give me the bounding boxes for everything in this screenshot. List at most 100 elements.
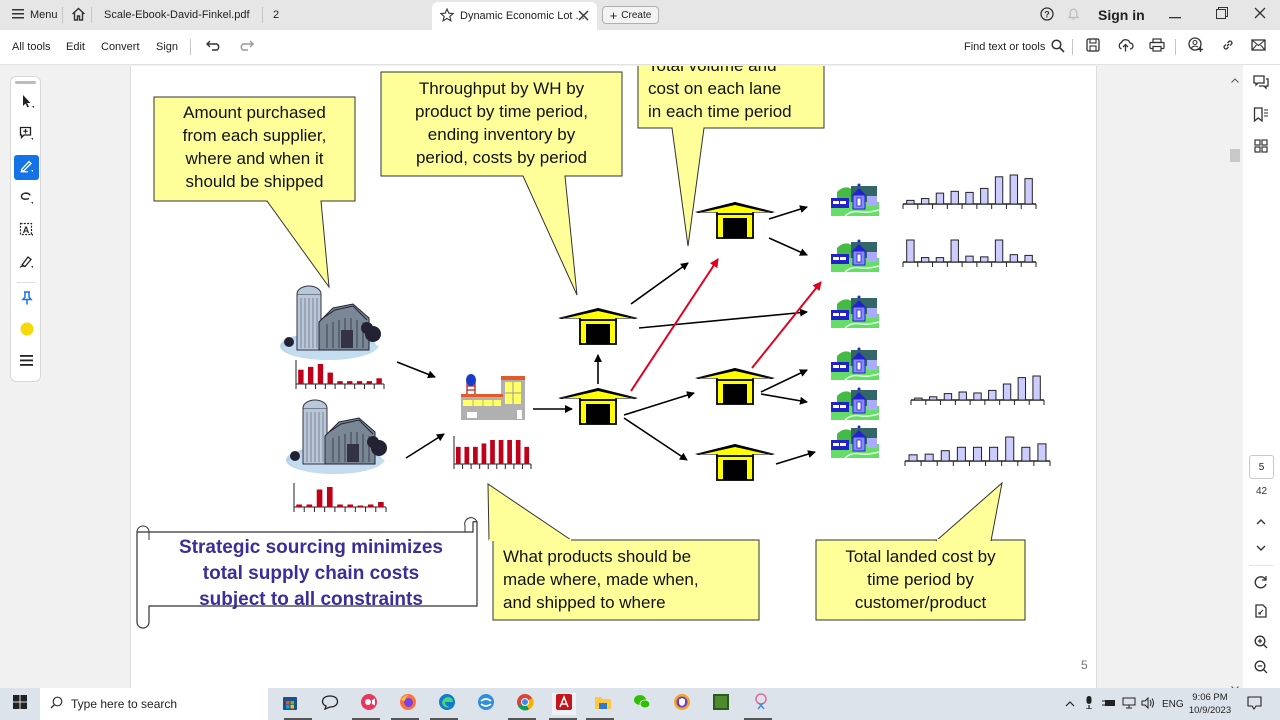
language-tray[interactable]: ENG [1162,688,1184,720]
taskbar-acrobat[interactable] [552,693,576,715]
undo-button[interactable] [204,38,224,56]
share-user-button[interactable] [1186,37,1206,56]
taskbar-store[interactable] [278,693,302,715]
all-tools-link[interactable]: All tools [12,30,51,64]
mini-chart-bar [376,378,382,384]
tab-dynamic-economic-lot[interactable]: Dynamic Economic Lot ... [432,2,597,30]
lasso-tool-button[interactable] [14,187,39,212]
fit-page-button[interactable] [1251,604,1271,624]
redo-button[interactable] [236,38,256,56]
customer-5 [830,386,880,421]
taskbar-firefox[interactable] [396,693,420,715]
tab-scale-ebook[interactable]: Scale-Ebook-David-Finkel.pdf [104,0,250,30]
microphone-icon [1085,696,1093,712]
windows-logo-icon [13,694,27,714]
minimize-icon [1169,6,1181,24]
network-tray[interactable] [1122,688,1136,720]
notifications-button[interactable] [1067,0,1080,30]
tab-label: Scale-Ebook-David-Finkel.pdf [104,9,250,21]
mini-chart-bar [473,446,478,464]
edit-link[interactable]: Edit [66,30,85,64]
clock-date: 10/9/2023 [1188,705,1232,716]
vertical-scrollbar[interactable] [1228,66,1242,691]
text-line: where and when it [185,149,324,168]
home-button[interactable] [71,0,86,30]
tab-2[interactable]: 2 [273,0,279,30]
scroll-up-icon[interactable] [1231,70,1239,88]
taskbar-vpn[interactable] [670,693,694,715]
restore-button[interactable] [1204,0,1240,30]
battery-plug-icon [1102,698,1116,711]
store-icon [282,693,298,716]
taskbar-snipping-tool[interactable] [749,692,773,715]
taskbar-app-green[interactable] [709,693,733,715]
mini-chart-bar [1009,254,1019,263]
draw-highlight-button[interactable] [14,155,39,180]
action-center-button[interactable] [1247,688,1262,720]
fill-sign-button[interactable] [14,251,39,276]
close-tab-icon[interactable] [578,10,589,24]
divider [1175,39,1176,55]
next-page-button[interactable] [1251,537,1271,557]
select-tool-button[interactable] [14,91,39,116]
mini-chart-2 [293,483,387,512]
tab-label: Dynamic Economic Lot ... [460,10,585,22]
sign-in-label: Sign in [1098,7,1145,23]
slide-page-number: 5 [1081,658,1088,672]
star-icon[interactable] [439,7,455,25]
zoom-out-button[interactable] [1251,659,1271,679]
more-tools-button[interactable] [14,349,39,374]
lasso-icon [19,190,34,210]
add-comment-button[interactable] [14,123,39,148]
microphone-tray[interactable] [1085,688,1093,720]
convert-link[interactable]: Convert [101,30,140,64]
comments-button[interactable] [1251,75,1271,95]
tab-label: 2 [273,9,280,21]
rotate-button[interactable] [1251,574,1271,594]
scrollbar-thumb[interactable] [1230,149,1240,162]
volume-tray[interactable] [1141,688,1155,720]
zoom-in-button[interactable] [1251,634,1271,654]
previous-page-button[interactable] [1251,511,1271,531]
taskbar-clock[interactable]: 9:06 PM 10/9/2023 [1185,691,1235,717]
close-window-button[interactable] [1242,0,1278,30]
taskbar-search-box[interactable]: Type here to search [40,688,268,720]
battery-tray[interactable] [1102,688,1116,720]
taskbar-app-blue[interactable] [474,693,498,715]
mini-chart-bar [958,391,967,401]
email-button[interactable] [1248,38,1268,56]
drag-handle[interactable] [15,81,36,84]
taskbar-file-explorer[interactable] [591,693,615,715]
customer-6 [830,424,880,459]
title-bar: Menu Scale-Ebook-David-Finkel.pdf 2 Dyna… [0,0,1280,30]
create-button[interactable]: + Create [602,6,659,24]
show-hidden-icons[interactable] [1065,688,1075,720]
save-button[interactable] [1083,37,1103,56]
help-button[interactable]: ? [1040,0,1054,30]
link-icon [1221,38,1235,57]
thumbnails-button[interactable] [1251,138,1271,158]
customer-4 [830,346,880,381]
upload-cloud-button[interactable] [1115,38,1135,56]
taskbar-chat[interactable] [318,693,342,715]
network-icon [1122,697,1136,712]
copy-link-button[interactable] [1218,38,1238,56]
sign-in-button[interactable]: Sign in [1098,0,1145,30]
taskbar-wechat[interactable] [630,693,654,715]
pin-toolbar-button[interactable] [14,288,39,313]
minimize-button[interactable] [1157,0,1193,30]
menu-button[interactable]: Menu [12,0,58,30]
color-picker-button[interactable] [14,319,39,344]
start-button[interactable] [8,693,32,715]
taskbar-recorder[interactable] [357,693,381,715]
firefox-icon [399,693,417,716]
taskbar-chrome[interactable] [513,693,537,715]
bookmarks-button[interactable] [1251,107,1271,127]
print-button[interactable] [1147,37,1167,56]
sign-link[interactable]: Sign [156,30,178,64]
text-recognize-button[interactable]: A [14,219,39,244]
find-text-or-tools[interactable]: Find text or tools [964,30,1065,64]
taskbar-edge[interactable] [435,693,459,715]
current-page-input[interactable]: 5 [1249,455,1274,479]
mini-chart-bar [994,176,1004,205]
